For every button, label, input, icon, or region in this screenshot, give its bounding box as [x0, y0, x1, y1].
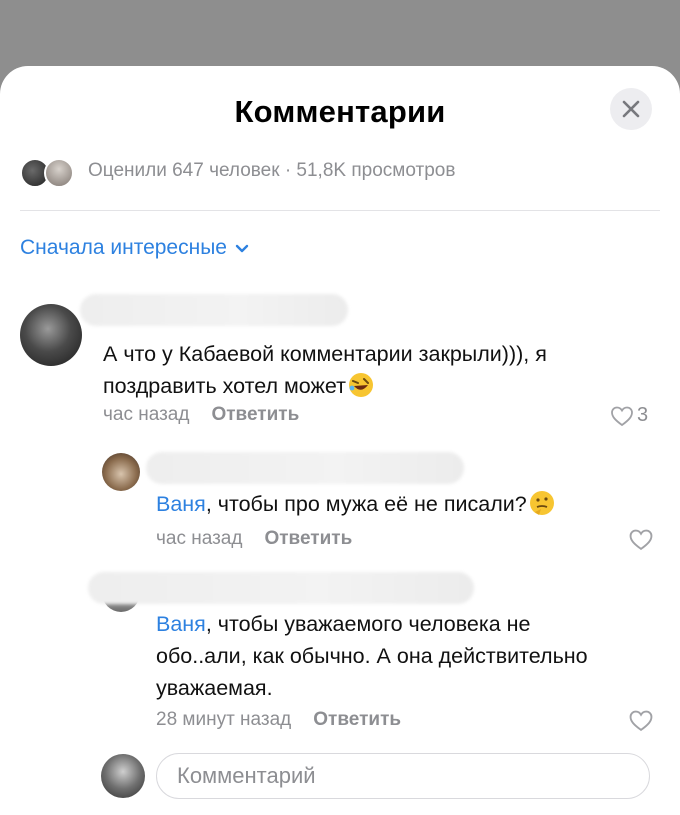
comment-text: Ваня, чтобы уважаемого человека не обо..… [156, 612, 588, 700]
heart-icon [629, 529, 653, 551]
sort-dropdown[interactable]: Сначала интересные [20, 236, 249, 260]
commenter-avatar[interactable] [102, 453, 140, 491]
comment-meta: 28 минут назад Ответить [156, 709, 401, 731]
divider [20, 210, 660, 211]
stats-text: Оценили 647 человек · 51,8K просмотров [88, 160, 456, 181]
reply-button[interactable]: Ответить [313, 709, 401, 731]
commenter-avatar[interactable] [20, 304, 82, 366]
reactions-stats[interactable]: Оценили 647 человек · 51,8K просмотров [20, 156, 456, 188]
rolling-laughing-emoji [349, 373, 373, 397]
comment-time: 28 минут назад [156, 709, 292, 730]
like-button[interactable] [628, 709, 654, 732]
heart-icon [629, 710, 653, 732]
comment-time: час назад [103, 404, 190, 425]
comment-time: час назад [156, 528, 243, 549]
reply-button[interactable]: Ответить [264, 528, 352, 550]
sort-label: Сначала интересные [20, 236, 227, 259]
commenter-name-redacted [80, 294, 348, 326]
like-button[interactable]: 3 [610, 404, 648, 427]
user-avatar[interactable] [101, 754, 145, 798]
reply-button[interactable]: Ответить [211, 404, 299, 426]
avatar [44, 158, 74, 188]
thinking-face-emoji [529, 491, 554, 515]
like-button[interactable] [628, 528, 654, 551]
heart-icon [611, 406, 633, 426]
comments-sheet: Комментарии Оценили 647 человек · 51,8K … [0, 66, 680, 815]
mention-link[interactable]: Ваня [156, 492, 206, 516]
liker-avatars [20, 156, 78, 188]
commenter-name-redacted [146, 452, 464, 484]
close-icon [622, 100, 640, 118]
comment-meta: час назад Ответить [156, 528, 352, 550]
close-button[interactable] [610, 88, 652, 130]
sheet-title: Комментарии [234, 94, 446, 129]
comment-input-wrapper [156, 753, 650, 799]
comment-text: Ваня, чтобы про мужа её не писали? [156, 488, 636, 520]
comment-input[interactable] [157, 754, 649, 798]
mention-link[interactable]: Ваня [156, 612, 206, 636]
like-count: 3 [637, 404, 649, 426]
commenter-name-redacted [88, 572, 474, 604]
chevron-down-icon [235, 244, 249, 253]
comment-meta: час назад Ответить [103, 404, 299, 426]
comment-text: А что у Кабаевой комментарии закрыли))),… [103, 342, 547, 398]
